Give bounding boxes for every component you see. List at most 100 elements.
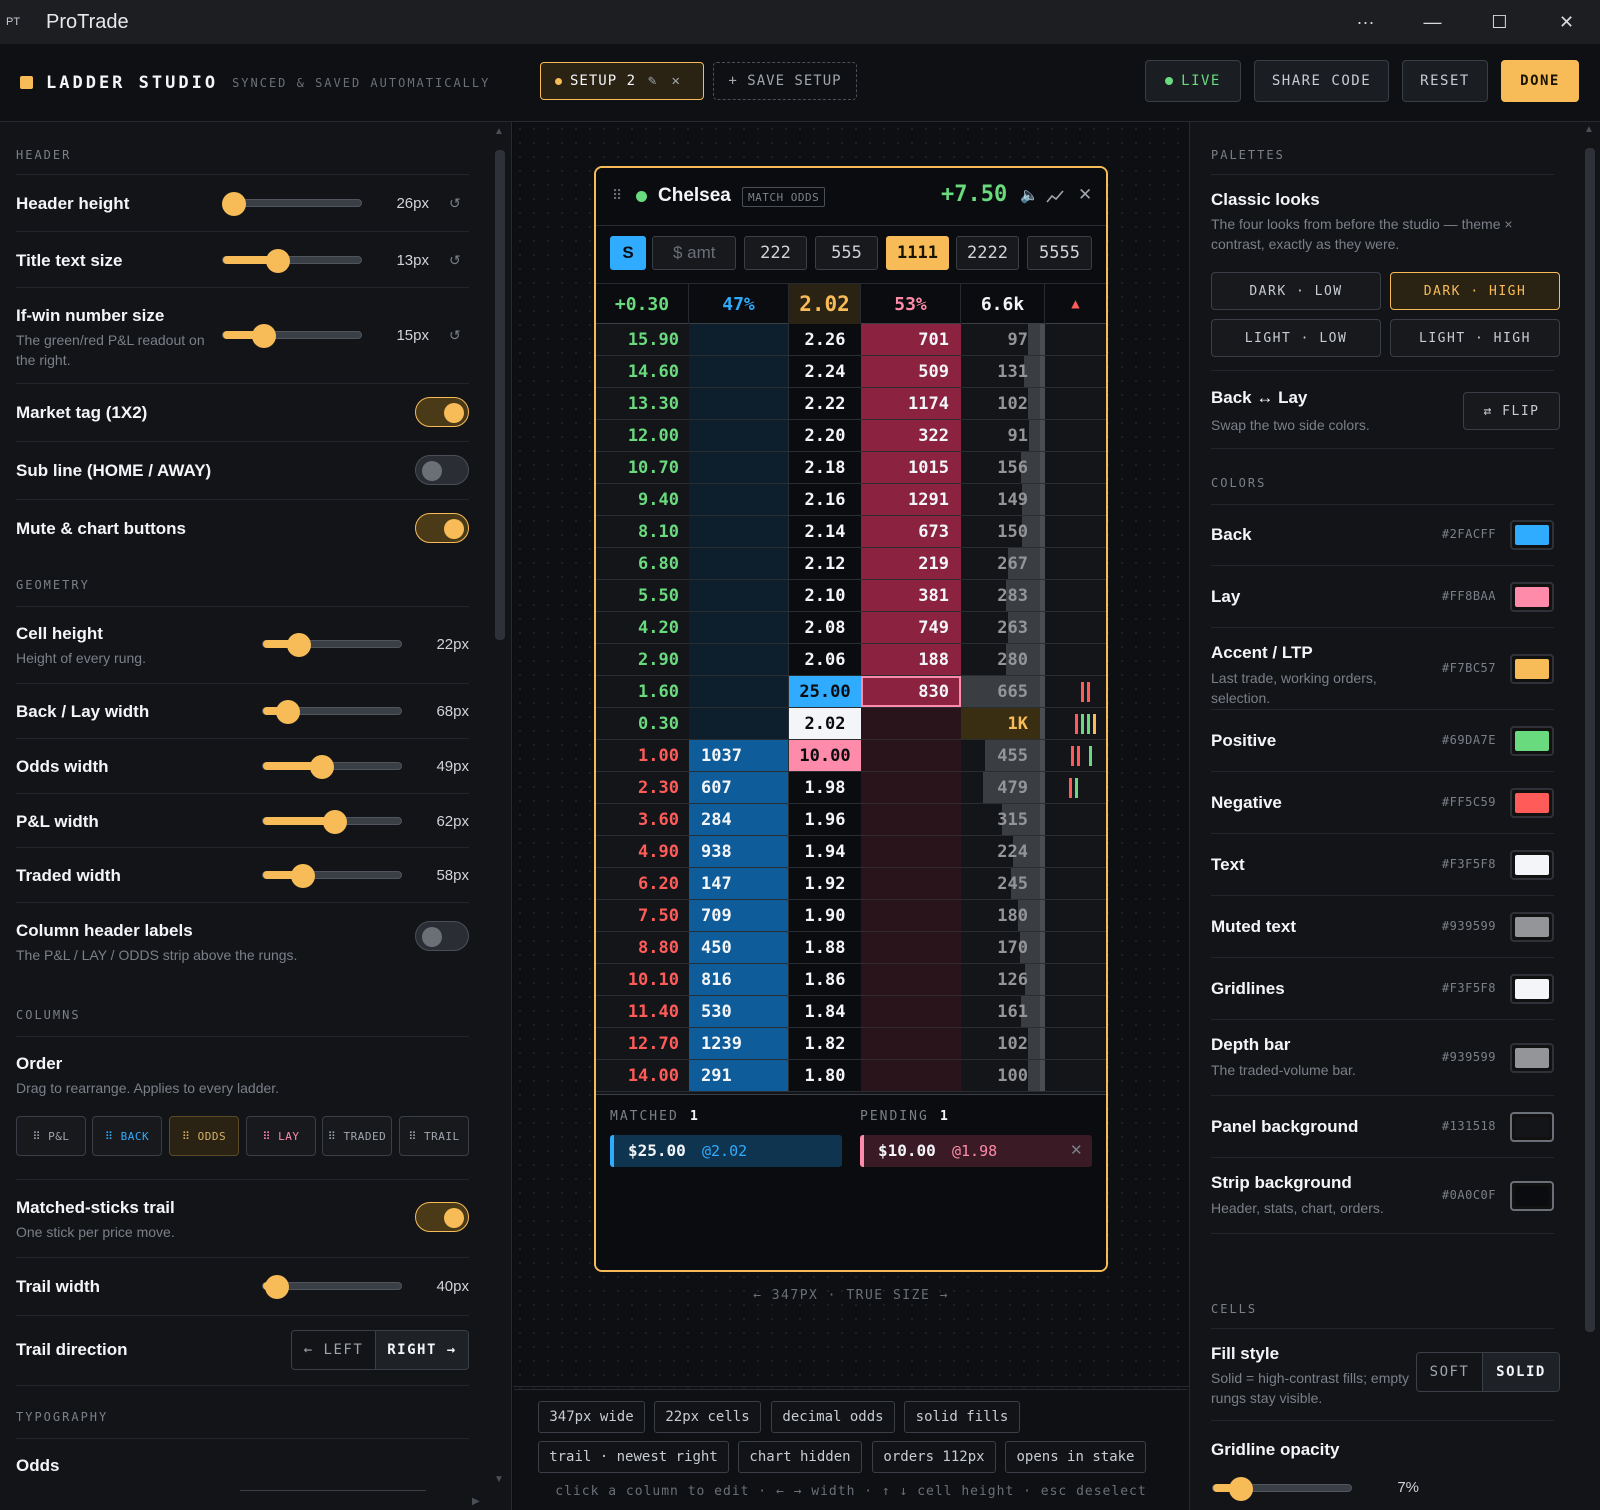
- stake-preset-555[interactable]: 555: [815, 236, 878, 270]
- close-window-icon[interactable]: ✕: [1533, 0, 1600, 44]
- rung-back-cell[interactable]: [689, 516, 789, 547]
- slider-knob[interactable]: [291, 864, 315, 888]
- rung-lay-cell[interactable]: [861, 708, 961, 739]
- summary-pill[interactable]: orders 112px: [872, 1441, 996, 1473]
- rung-lay-cell[interactable]: 381: [861, 580, 961, 611]
- ladder-rung[interactable]: 2.90 2.06 188 280: [596, 644, 1106, 676]
- rung-lay-cell[interactable]: [861, 932, 961, 963]
- rung-odds-cell[interactable]: 1.96: [789, 804, 861, 835]
- ladder-rung[interactable]: 3.60 284 1.96 315: [596, 804, 1106, 836]
- rung-back-cell[interactable]: [689, 612, 789, 643]
- title-text-size-slider[interactable]: [222, 249, 362, 273]
- backlay-width-slider[interactable]: [262, 700, 402, 724]
- ladder-rung[interactable]: 12.00 2.20 322 91: [596, 420, 1106, 452]
- look-dark-low[interactable]: DARK · LOW: [1211, 272, 1381, 310]
- color-swatch[interactable]: [1510, 520, 1554, 550]
- ladder-rung[interactable]: 0.30 2.02 1K: [596, 708, 1106, 740]
- stake-preset-222[interactable]: 222: [744, 236, 807, 270]
- rung-back-cell[interactable]: 607: [689, 772, 789, 803]
- rung-lay-cell[interactable]: [861, 1028, 961, 1059]
- drag-handle-icon[interactable]: ⠿: [612, 187, 622, 204]
- ladder-rung[interactable]: 10.70 2.18 1015 156: [596, 452, 1106, 484]
- fill-soft-option[interactable]: SOFT: [1417, 1353, 1483, 1391]
- rung-odds-cell[interactable]: 1.82: [789, 1028, 861, 1059]
- slider-knob[interactable]: [310, 755, 334, 779]
- slider-knob[interactable]: [276, 700, 300, 724]
- color-swatch[interactable]: [1510, 1181, 1554, 1211]
- fill-solid-option[interactable]: SOLID: [1483, 1353, 1559, 1391]
- summary-pill[interactable]: solid fills: [904, 1401, 1020, 1433]
- color-swatch[interactable]: [1510, 726, 1554, 756]
- summary-pill[interactable]: trail · newest right: [538, 1441, 729, 1473]
- reset-button[interactable]: RESET: [1402, 60, 1488, 102]
- ladder-rung[interactable]: 12.70 1239 1.82 102: [596, 1028, 1106, 1060]
- cell-height-slider[interactable]: [262, 633, 402, 657]
- column-chip-traded[interactable]: ⠿ TRADED: [322, 1116, 392, 1156]
- stake-preset-5555[interactable]: 5555: [1027, 236, 1092, 270]
- pl-width-slider[interactable]: [262, 810, 402, 834]
- rung-odds-cell[interactable]: 2.22: [789, 388, 861, 419]
- rung-back-cell[interactable]: [689, 484, 789, 515]
- save-setup-button[interactable]: + SAVE SETUP: [713, 62, 857, 100]
- reset-ifwin-size-icon[interactable]: ↺: [449, 327, 461, 344]
- rung-back-cell[interactable]: 147: [689, 868, 789, 899]
- rung-odds-cell[interactable]: 1.84: [789, 996, 861, 1027]
- rung-lay-cell[interactable]: [861, 804, 961, 835]
- rung-back-cell[interactable]: [689, 388, 789, 419]
- left-scrollbar[interactable]: [495, 150, 505, 640]
- rung-back-cell[interactable]: [689, 708, 789, 739]
- rung-odds-cell[interactable]: 2.20: [789, 420, 861, 451]
- column-chip-trail[interactable]: ⠿ TRAIL: [399, 1116, 469, 1156]
- color-swatch[interactable]: [1510, 974, 1554, 1004]
- rung-lay-cell[interactable]: 830: [861, 676, 961, 707]
- trail-width-slider[interactable]: [262, 1275, 402, 1299]
- chart-icon[interactable]: [1046, 188, 1064, 204]
- ifwin-size-slider[interactable]: [222, 324, 362, 348]
- col-header-labels-toggle[interactable]: [415, 921, 469, 951]
- right-scroll-up-icon[interactable]: ▲: [1584, 124, 1594, 135]
- rung-back-cell[interactable]: 816: [689, 964, 789, 995]
- rung-lay-cell[interactable]: [861, 836, 961, 867]
- scroll-down-icon[interactable]: ▼: [494, 1474, 504, 1485]
- ladder-rung[interactable]: 8.10 2.14 673 150: [596, 516, 1106, 548]
- gridline-opacity-slider[interactable]: [1212, 1477, 1352, 1501]
- rung-odds-cell[interactable]: 1.88: [789, 932, 861, 963]
- summary-pill[interactable]: chart hidden: [738, 1441, 862, 1473]
- rung-back-cell[interactable]: [689, 580, 789, 611]
- ladder-rung[interactable]: 6.80 2.12 219 267: [596, 548, 1106, 580]
- matched-order[interactable]: $25.00 @2.02: [610, 1135, 842, 1167]
- stake-mode-toggle[interactable]: S: [610, 236, 646, 270]
- rung-lay-cell[interactable]: 188: [861, 644, 961, 675]
- ladder-preview[interactable]: ⠿ Chelsea MATCH ODDS +7.50 🔈 ✕ S $ amt 2…: [594, 166, 1108, 1272]
- slider-knob[interactable]: [266, 249, 290, 273]
- stake-preset-1111[interactable]: 1111: [886, 236, 949, 270]
- color-swatch[interactable]: [1510, 1112, 1554, 1142]
- rung-lay-cell[interactable]: 322: [861, 420, 961, 451]
- rung-lay-cell[interactable]: [861, 900, 961, 931]
- column-chip-pl[interactable]: ⠿ P&L: [16, 1116, 86, 1156]
- rung-lay-cell[interactable]: [861, 740, 961, 771]
- summary-pill[interactable]: 22px cells: [654, 1401, 761, 1433]
- rung-lay-cell[interactable]: [861, 1060, 961, 1091]
- rung-odds-cell[interactable]: 2.16: [789, 484, 861, 515]
- rung-odds-cell[interactable]: 10.00: [789, 740, 861, 771]
- rung-odds-cell[interactable]: 1.80: [789, 1060, 861, 1091]
- ladder-rung[interactable]: 1.60 25.00 830 665: [596, 676, 1106, 708]
- color-swatch[interactable]: [1510, 1043, 1554, 1073]
- rung-lay-cell[interactable]: [861, 772, 961, 803]
- color-swatch[interactable]: [1510, 654, 1554, 684]
- rung-back-cell[interactable]: 284: [689, 804, 789, 835]
- ladder-rung[interactable]: 15.90 2.26 701 97: [596, 324, 1106, 356]
- more-options-icon[interactable]: ···: [1332, 0, 1399, 44]
- ladder-rung[interactable]: 11.40 530 1.84 161: [596, 996, 1106, 1028]
- mute-icon[interactable]: 🔈: [1020, 186, 1039, 204]
- rung-back-cell[interactable]: 291: [689, 1060, 789, 1091]
- slider-knob[interactable]: [265, 1275, 289, 1299]
- color-swatch[interactable]: [1510, 582, 1554, 612]
- rung-lay-cell[interactable]: 749: [861, 612, 961, 643]
- rung-odds-cell[interactable]: 1.94: [789, 836, 861, 867]
- ladder-rung[interactable]: 2.30 607 1.98 479: [596, 772, 1106, 804]
- ladder-rung[interactable]: 8.80 450 1.88 170: [596, 932, 1106, 964]
- done-button[interactable]: DONE: [1501, 60, 1579, 102]
- close-tab-icon[interactable]: ✕: [671, 73, 680, 89]
